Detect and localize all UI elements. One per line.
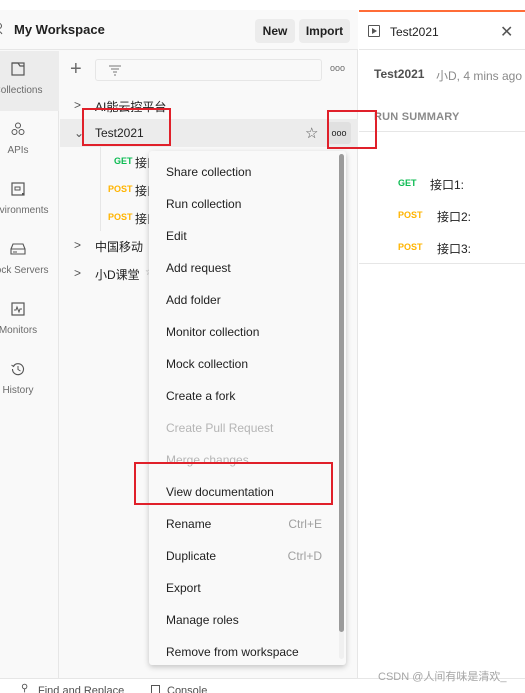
app-window: My Workspace New Import Collections APIs… [0, 0, 525, 693]
menu-item-add-request[interactable]: Add request [149, 250, 339, 282]
divider [359, 131, 525, 132]
environments-icon [0, 181, 36, 197]
menu-item-monitor-collection[interactable]: Monitor collection [149, 314, 339, 346]
nav-label: Mock Servers [0, 265, 49, 276]
menu-item-label: Duplicate [166, 549, 217, 563]
menu-item-label: Mock collection [166, 357, 249, 371]
menu-item-duplicate[interactable]: Duplicate Ctrl+D [149, 538, 339, 570]
run-result-item[interactable]: GET 接口1: [359, 174, 525, 194]
console-icon [151, 685, 160, 693]
workspace-header: My Workspace New Import [0, 10, 358, 50]
result-name: 接口3: [437, 242, 472, 256]
collection-name: 中国移动 [95, 240, 144, 254]
add-collection-icon[interactable]: + [70, 59, 82, 79]
nav-item-monitors[interactable]: Monitors [0, 291, 59, 351]
menu-item-manage-roles[interactable]: Manage roles [149, 602, 339, 634]
menu-item-label: Run collection [166, 197, 242, 211]
menu-item-label: Create a fork [166, 389, 236, 403]
method-badge: GET [398, 178, 417, 188]
nav-item-mock-servers[interactable]: Mock Servers [0, 231, 59, 291]
tree-more-icon[interactable]: ooo [330, 63, 345, 73]
method-badge: POST [108, 184, 133, 194]
menu-item-share-collection[interactable]: Share collection [149, 154, 339, 186]
menu-item-label: Export [166, 581, 201, 595]
menu-item-label: Create Pull Request [166, 421, 274, 435]
star-icon[interactable]: ☆ [305, 124, 318, 142]
console-button[interactable]: Console [167, 685, 207, 693]
divider [359, 263, 525, 264]
method-badge: POST [398, 242, 423, 252]
menu-item-label: Add folder [166, 293, 221, 307]
runner-icon [368, 25, 380, 37]
runner-panel: Test2021 ✕ Test2021 小D, 4 mins ago RUN S… [359, 10, 525, 678]
menu-item-label: Remove from workspace [166, 645, 299, 659]
annotation-box-view-docs [134, 462, 333, 505]
menu-item-remove-from-workspace[interactable]: Remove from workspace [149, 634, 339, 666]
chevron-right-icon[interactable]: > [74, 238, 84, 252]
new-button[interactable]: New [255, 19, 295, 43]
menu-item-label: Edit [166, 229, 187, 243]
shortcut-label: Ctrl+E [288, 517, 322, 531]
run-result-item[interactable]: POST 接口3: [359, 238, 525, 258]
import-button[interactable]: Import [299, 19, 350, 43]
menu-item-edit[interactable]: Edit [149, 218, 339, 250]
nav-item-apis[interactable]: APIs [0, 111, 59, 171]
method-badge: POST [108, 212, 133, 222]
menu-item-label: Monitor collection [166, 325, 260, 339]
monitors-icon [0, 301, 36, 317]
menu-item-run-collection[interactable]: Run collection [149, 186, 339, 218]
menu-item-label: Manage roles [166, 613, 239, 627]
method-badge: GET [114, 156, 133, 166]
result-name: 接口1: [430, 178, 465, 192]
collections-icon [0, 61, 36, 77]
nav-label: APIs [7, 145, 29, 156]
nav-item-history[interactable]: History [0, 351, 59, 411]
nav-rail: Collections APIs Environments Mock Serve… [0, 51, 59, 678]
nav-label: Environments [0, 205, 49, 216]
watermark: CSDN @人间有味是清欢_ [378, 671, 507, 683]
menu-item-create-fork[interactable]: Create a fork [149, 378, 339, 410]
menu-item-create-pull-request[interactable]: Create Pull Request [149, 410, 339, 442]
nav-label: History [2, 385, 34, 396]
result-name: 接口2: [437, 210, 472, 224]
tab-title: Test2021 [390, 25, 439, 39]
run-meta: 小D, 4 mins ago [436, 69, 523, 83]
nav-item-environments[interactable]: Environments [0, 171, 59, 231]
history-icon [0, 361, 36, 377]
close-icon[interactable]: ✕ [500, 22, 513, 42]
menu-item-export[interactable]: Export [149, 570, 339, 602]
run-title: Test2021 [374, 67, 425, 81]
search-icon: ⚲ [21, 683, 29, 693]
mock-servers-icon [0, 241, 36, 257]
menu-item-rename[interactable]: Rename Ctrl+E [149, 506, 339, 538]
chevron-right-icon[interactable]: > [74, 266, 84, 280]
annotation-box-more [327, 110, 377, 149]
menu-item-mock-collection[interactable]: Mock collection [149, 346, 339, 378]
nav-label: Monitors [0, 325, 38, 336]
nav-item-collections[interactable]: Collections [0, 51, 59, 111]
menu-item-label: Add request [166, 261, 231, 275]
nav-label: Collections [0, 85, 43, 96]
method-badge: POST [398, 210, 423, 220]
workspace-title[interactable]: My Workspace [14, 22, 105, 37]
collection-context-menu: Share collection Run collection Edit Add… [149, 151, 346, 665]
menu-scrollbar-thumb[interactable] [339, 154, 344, 632]
run-summary-heading: RUN SUMMARY [374, 111, 460, 123]
tree-toolbar: + ooo [60, 51, 358, 91]
annotation-box-collection [82, 108, 171, 146]
find-replace-button[interactable]: Find and Replace [38, 685, 124, 693]
run-result-item[interactable]: POST 接口2: [359, 206, 525, 226]
collection-name: 小D课堂 [95, 268, 140, 282]
filter-icon [109, 65, 121, 76]
top-strip [0, 0, 525, 10]
menu-item-label: Rename [166, 517, 212, 531]
apis-icon [0, 121, 36, 137]
filter-input[interactable] [95, 59, 322, 81]
menu-item-add-folder[interactable]: Add folder [149, 282, 339, 314]
shortcut-label: Ctrl+D [287, 549, 322, 563]
workspace-icon [0, 22, 8, 36]
menu-item-label: Share collection [166, 165, 252, 179]
runner-tab[interactable]: Test2021 ✕ [359, 10, 525, 50]
